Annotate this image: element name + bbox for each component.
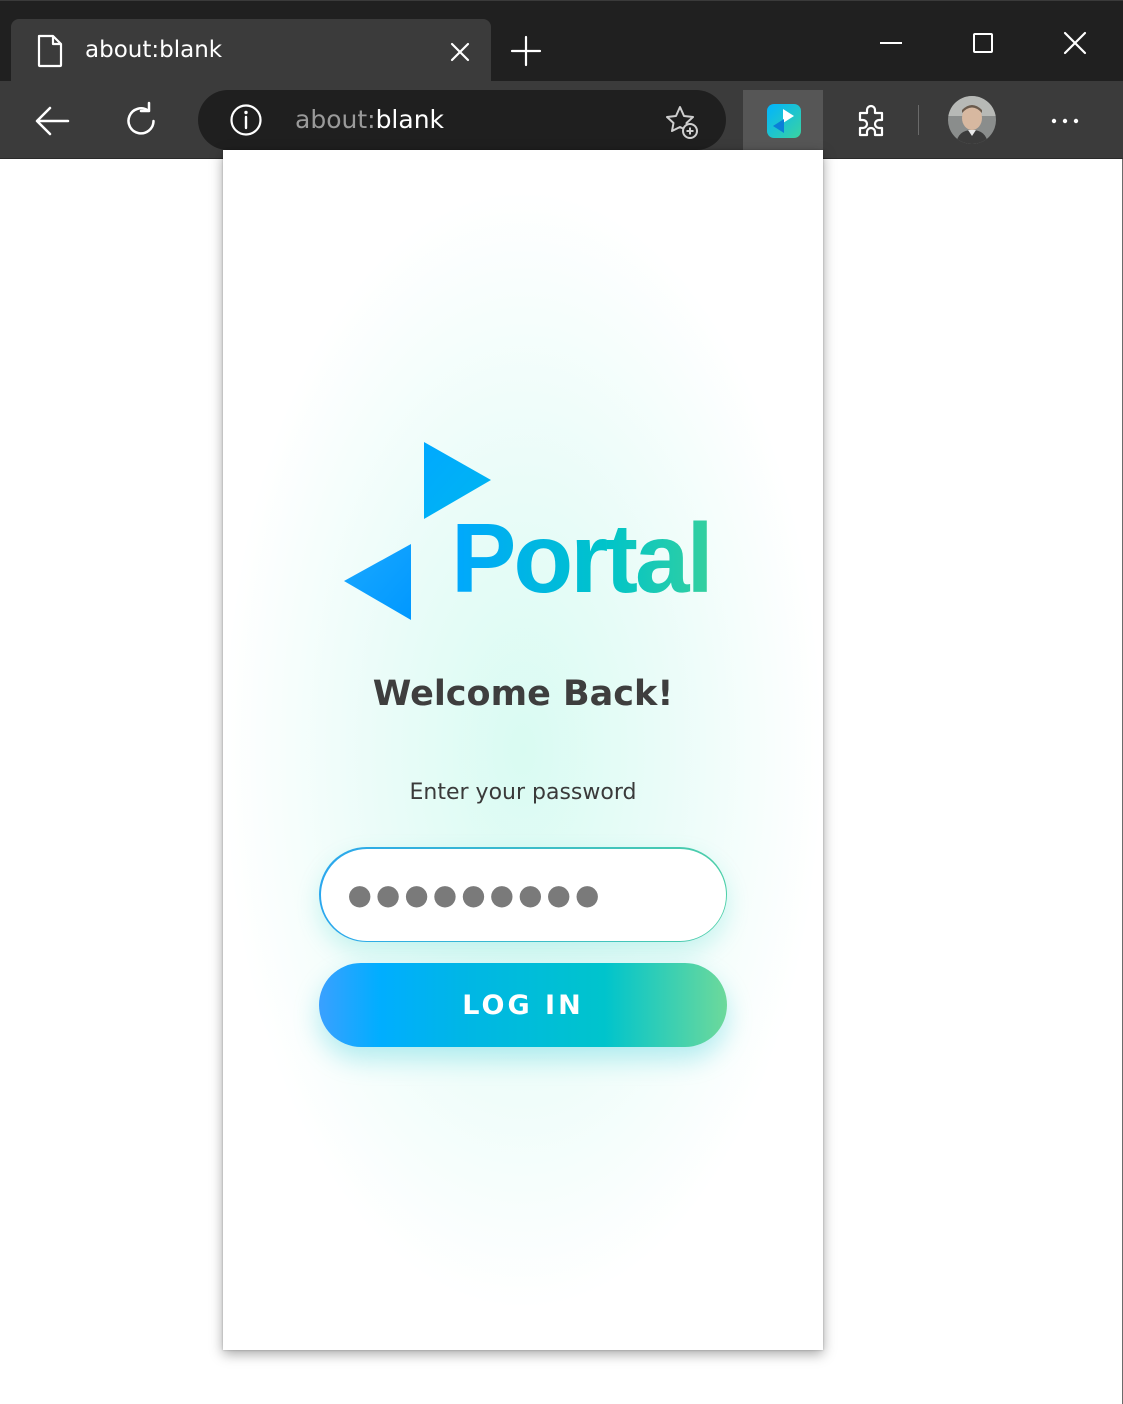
minimize-icon[interactable]: [868, 21, 914, 65]
portal-login-popup: Portal Welcome Back! Enter your password…: [223, 150, 823, 1350]
extensions-puzzle-icon[interactable]: [850, 99, 894, 143]
portal-logo-text: Portal: [451, 503, 714, 613]
password-field-wrapper: [319, 847, 727, 942]
address-rest: blank: [375, 105, 445, 134]
back-arrow-icon[interactable]: [30, 99, 74, 143]
address-scheme: about:: [295, 105, 376, 134]
address-bar[interactable]: about:blank: [198, 90, 726, 150]
title-bar: about:blank: [0, 0, 1123, 82]
close-window-icon[interactable]: [1052, 21, 1098, 65]
tab-title: about:blank: [85, 37, 223, 63]
browser-toolbar: about:blank: [0, 81, 1123, 159]
tab-close-icon[interactable]: [447, 39, 473, 65]
refresh-icon[interactable]: [119, 99, 163, 143]
more-menu-icon[interactable]: [1043, 99, 1087, 143]
add-favorite-icon[interactable]: [662, 102, 702, 142]
popup-background-glow: [223, 150, 823, 1350]
login-button[interactable]: LOG IN: [319, 963, 727, 1047]
page-icon: [37, 34, 63, 68]
site-info-icon[interactable]: [228, 102, 264, 138]
portal-extension-button[interactable]: [743, 90, 823, 150]
tab-about-blank[interactable]: about:blank: [11, 19, 491, 82]
password-prompt: Enter your password: [409, 780, 637, 805]
avatar-photo: [948, 96, 996, 144]
browser-window: about:blank about:blank Portal Welcome B…: [0, 0, 1123, 1404]
address-text[interactable]: about:blank: [295, 104, 444, 136]
new-tab-icon[interactable]: [508, 33, 544, 69]
profile-avatar[interactable]: [948, 96, 996, 144]
portal-extension-icon: [767, 104, 801, 138]
toolbar-separator: [918, 105, 919, 135]
maximize-icon[interactable]: [960, 21, 1006, 65]
welcome-heading: Welcome Back!: [372, 674, 674, 714]
password-input[interactable]: [320, 848, 726, 941]
